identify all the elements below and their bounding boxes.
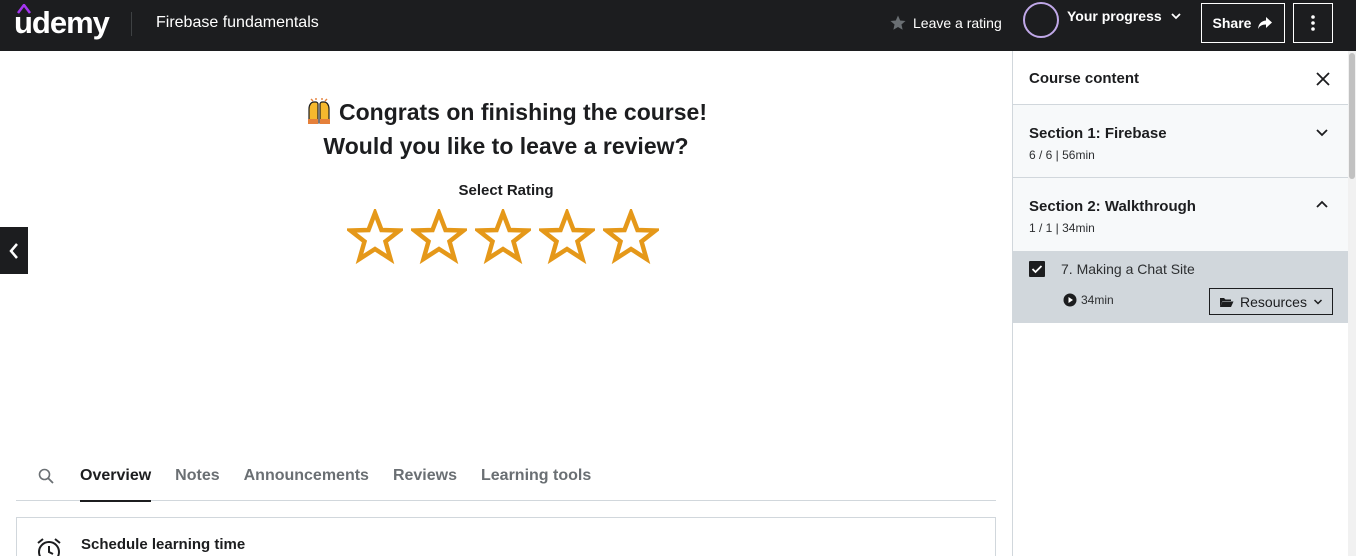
chevron-up-icon [1316, 200, 1328, 208]
share-label: Share [1212, 15, 1252, 31]
rating-star-2[interactable] [411, 209, 467, 265]
lecture-tabs: Overview Notes Announcements Reviews Lea… [16, 451, 996, 502]
section-1-header[interactable]: Section 1: Firebase 6 / 6 | 56min [1013, 105, 1349, 178]
progress-label: Your progress [1067, 8, 1162, 24]
tab-notes[interactable]: Notes [175, 451, 219, 501]
sidebar-title: Course content [1029, 70, 1140, 87]
schedule-title: Schedule learning time [81, 536, 246, 553]
chevron-down-icon [1313, 298, 1322, 305]
more-options-button[interactable] [1293, 3, 1333, 43]
select-rating-label: Select Rating [458, 182, 554, 199]
lecture-duration: 34min [1081, 293, 1114, 307]
search-icon [38, 468, 54, 484]
resources-dropdown-button[interactable]: Resources [1209, 288, 1333, 315]
more-vertical-icon [1311, 15, 1315, 31]
congrats-line-2: Would you like to leave a review? [323, 133, 689, 159]
section-meta: 1 / 1 | 34min [1029, 221, 1095, 235]
search-tab[interactable] [16, 451, 80, 501]
leave-rating-button[interactable]: Leave a rating [889, 14, 1002, 32]
rating-star-1[interactable] [347, 209, 403, 265]
tab-learning-tools[interactable]: Learning tools [481, 451, 591, 501]
header-divider [131, 12, 132, 36]
section-title: Section 1: Firebase [1029, 125, 1167, 142]
tab-announcements[interactable]: Announcements [244, 451, 369, 501]
alarm-clock-icon [37, 538, 61, 556]
tab-reviews[interactable]: Reviews [393, 451, 457, 501]
chevron-down-icon [1171, 13, 1181, 20]
scrollbar-thumb[interactable] [1349, 53, 1355, 179]
resources-label: Resources [1240, 293, 1307, 310]
course-title[interactable]: Firebase fundamentals [156, 14, 319, 32]
udemy-logo[interactable]: udemy [14, 4, 110, 44]
section-meta: 6 / 6 | 56min [1029, 148, 1095, 162]
progress-dropdown[interactable]: Your progress [1023, 2, 1182, 38]
close-icon[interactable] [1313, 69, 1333, 89]
lecture-item[interactable]: 7. Making a Chat Site 34min Resources [1013, 251, 1349, 323]
raising-hands-emoji [305, 97, 333, 132]
share-arrow-icon [1258, 17, 1273, 29]
rating-stars [347, 209, 659, 265]
progress-ring [1023, 2, 1059, 38]
checkbox-checked-icon [1031, 265, 1043, 274]
rating-star-3[interactable] [475, 209, 531, 265]
play-circle-icon [1063, 293, 1077, 307]
course-content-sidebar: Course content Section 1: Firebase 6 / 6… [1012, 51, 1349, 556]
star-icon [890, 15, 906, 30]
rating-star-5[interactable] [603, 209, 659, 265]
top-header: udemy Firebase fundamentals Leave a rati… [0, 0, 1356, 51]
chevron-left-icon [9, 242, 18, 259]
lecture-title: 7. Making a Chat Site [1061, 261, 1195, 277]
section-2-header[interactable]: Section 2: Walkthrough 1 / 1 | 34min [1013, 178, 1349, 251]
share-button[interactable]: Share [1201, 3, 1285, 43]
schedule-learning-card: Schedule learning time [16, 517, 996, 556]
sidebar-scrollbar[interactable] [1348, 51, 1356, 556]
main-content: Congrats on finishing the course! Would … [0, 51, 1012, 556]
sidebar-header: Course content [1013, 51, 1349, 105]
section-title: Section 2: Walkthrough [1029, 198, 1196, 215]
lecture-complete-checkbox[interactable] [1029, 261, 1045, 277]
chevron-down-icon [1316, 129, 1328, 137]
rating-star-4[interactable] [539, 209, 595, 265]
leave-rating-label: Leave a rating [913, 15, 1002, 31]
congrats-line-1: Congrats on finishing the course! [338, 99, 707, 125]
logo-text: udemy [14, 5, 110, 40]
previous-lecture-button[interactable] [0, 227, 28, 274]
folder-open-icon [1220, 297, 1234, 307]
congrats-heading: Congrats on finishing the course! Would … [0, 97, 1012, 161]
tab-overview[interactable]: Overview [80, 451, 152, 502]
